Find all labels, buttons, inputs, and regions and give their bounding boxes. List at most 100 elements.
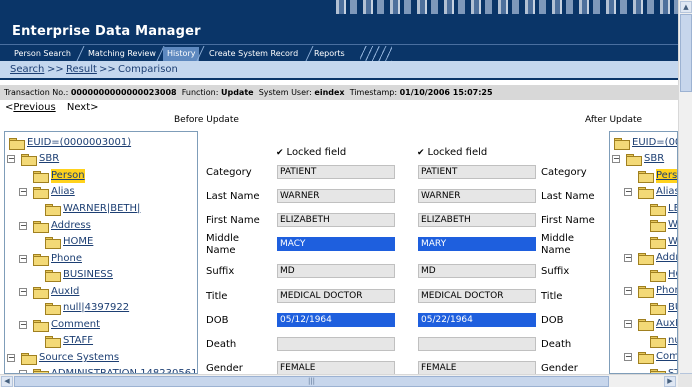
breadcrumb-search-link[interactable]: Search — [10, 64, 44, 75]
tree-node[interactable]: BU — [610, 301, 677, 315]
tree-node-label[interactable]: STAFF — [63, 334, 93, 348]
collapse-toggle-icon[interactable]: − — [624, 188, 632, 196]
tree-node-label[interactable]: Comm — [656, 350, 677, 364]
tree-node[interactable]: BUSINESS — [5, 268, 197, 282]
scroll-up-icon[interactable]: ▲ — [680, 1, 692, 13]
tree-node-label[interactable]: ADMINISTRATION 148230561 — [51, 367, 197, 373]
tree-node[interactable]: − AuxId — [610, 317, 677, 331]
tree-node[interactable]: − Comm — [610, 350, 677, 364]
tree-node[interactable]: null|4397922 — [5, 301, 197, 315]
tree-node-label[interactable]: EUID=(000 — [632, 136, 677, 150]
tree-node-label[interactable]: HOME — [63, 235, 93, 249]
tree-node[interactable]: LE — [610, 202, 677, 216]
tab-create-system-record[interactable]: Create System Record — [205, 47, 302, 61]
tree-node[interactable]: − AuxId — [5, 285, 197, 299]
before-value-field: ELIZABETH — [277, 213, 395, 227]
tree-node[interactable]: WA — [610, 218, 677, 232]
collapse-toggle-icon[interactable]: − — [612, 155, 620, 163]
tree-node[interactable]: − Alias — [5, 185, 197, 199]
tree-node[interactable]: WARNER|BETH| — [5, 202, 197, 216]
tree-node[interactable]: − Source Systems — [5, 351, 197, 365]
tree-node-label[interactable]: BU — [668, 301, 677, 315]
field-label-right: Middle Name — [541, 233, 575, 256]
tab-reports[interactable]: Reports — [310, 47, 349, 61]
tree-node-label[interactable]: WA — [668, 218, 677, 232]
collapse-toggle-icon[interactable]: − — [19, 255, 27, 263]
tree-node-label[interactable]: AuxId — [656, 317, 677, 331]
tree-node-label[interactable]: Phone — [51, 252, 82, 266]
vertical-scroll-thumb[interactable] — [680, 14, 692, 92]
tab-person-search[interactable]: Person Search — [10, 47, 75, 61]
tree-node-label[interactable]: null|4397922 — [63, 301, 129, 315]
folder-icon — [638, 171, 654, 183]
main-nav: Person Search Matching Review History Cr… — [0, 44, 678, 61]
tree-node-label[interactable]: Person — [656, 169, 677, 183]
collapse-toggle-icon[interactable]: − — [19, 321, 27, 329]
scroll-right-icon[interactable]: ▶ — [664, 376, 676, 387]
collapse-toggle-icon[interactable]: − — [19, 288, 27, 296]
tree-node[interactable]: − Addre — [610, 251, 677, 265]
tree-node-label[interactable]: nu — [668, 334, 677, 348]
tree-node[interactable]: WA — [610, 235, 677, 249]
tree-node[interactable]: EUID=(000 — [610, 136, 677, 150]
tree-node[interactable]: HO — [610, 268, 677, 282]
tree-node[interactable]: − Address — [5, 219, 197, 233]
collapse-toggle-icon[interactable]: − — [624, 320, 632, 328]
tree-node[interactable]: − Phone — [5, 252, 197, 266]
next-link[interactable]: Next> — [67, 102, 99, 113]
tree-node-label[interactable]: Alias — [656, 185, 677, 199]
tree-node-label[interactable]: SBR — [39, 152, 59, 166]
tree-node[interactable]: − Alias — [610, 185, 677, 199]
tree-node-label[interactable]: Phone — [656, 284, 677, 298]
tree-node[interactable]: STAFF — [5, 334, 197, 348]
tree-node-label[interactable]: BUSINESS — [63, 268, 113, 282]
vertical-scrollbar[interactable]: ▲ ▼ — [678, 0, 692, 387]
tree-node[interactable]: EUID=(0000003001) — [5, 136, 197, 150]
tree-node[interactable]: Person — [5, 169, 197, 183]
tree-node-label[interactable]: Source Systems — [39, 351, 119, 365]
tree-node[interactable]: − SBR — [610, 152, 677, 166]
scroll-left-icon[interactable]: ◀ — [1, 376, 13, 387]
collapse-toggle-icon[interactable]: − — [7, 354, 15, 362]
tree-node[interactable]: − Comment — [5, 318, 197, 332]
tree-node-label[interactable]: Address — [51, 219, 91, 233]
tree-node[interactable]: HOME — [5, 235, 197, 249]
tree-node[interactable]: nu — [610, 334, 677, 348]
tree-node-label[interactable]: LE — [668, 202, 677, 216]
collapse-toggle-icon[interactable]: − — [624, 254, 632, 262]
tree-node-label[interactable]: ST — [668, 367, 677, 373]
tree-node-label[interactable]: Comment — [51, 318, 100, 332]
tree-node-label[interactable]: WA — [668, 235, 677, 249]
tree-node-label[interactable]: Addre — [656, 251, 677, 265]
tree-node[interactable]: ST — [610, 367, 677, 373]
tab-history[interactable]: History — [163, 47, 200, 61]
collapse-toggle-icon[interactable]: − — [19, 188, 27, 196]
tree-node[interactable]: Person — [610, 169, 677, 183]
collapse-toggle-icon[interactable]: − — [624, 353, 632, 361]
tab-matching-review[interactable]: Matching Review — [84, 47, 160, 61]
tree-node[interactable]: − ADMINISTRATION 148230561 — [5, 367, 197, 373]
breadcrumb-result-link[interactable]: Result — [66, 64, 97, 75]
horizontal-scrollbar[interactable]: ◀ ||| ▶ — [0, 374, 678, 387]
tree-node[interactable]: − Phone — [610, 284, 677, 298]
system-user-label: System User: — [258, 88, 312, 97]
field-label-left: Death — [206, 339, 237, 350]
app-title: Enterprise Data Manager — [12, 24, 201, 39]
tree-node-label[interactable]: AuxId — [51, 285, 79, 299]
collapse-toggle-icon[interactable]: − — [624, 287, 632, 295]
tree-node-label[interactable]: Alias — [51, 185, 75, 199]
previous-link[interactable]: Previous — [13, 102, 55, 113]
collapse-toggle-icon[interactable]: − — [19, 222, 27, 230]
horizontal-scroll-thumb[interactable]: ||| — [14, 376, 609, 387]
tree-node-label[interactable]: WARNER|BETH| — [63, 202, 140, 216]
tree-node-label[interactable]: Person — [51, 169, 85, 183]
tree-node-label[interactable]: SBR — [644, 152, 664, 166]
tree-node-label[interactable]: EUID=(0000003001) — [27, 136, 131, 150]
before-tree-panel[interactable]: EUID=(0000003001) − SBR Person − Alias WARNER|… — [4, 131, 198, 374]
after-tree-panel[interactable]: EUID=(000 − SBR Person − Alias LE WA WA − Addre HO −… — [609, 131, 678, 374]
field-label-left: Title — [206, 291, 228, 302]
collapse-toggle-icon[interactable]: − — [7, 155, 15, 163]
tree-node-label[interactable]: HO — [668, 268, 677, 282]
tree-node[interactable]: − SBR — [5, 152, 197, 166]
nav-decoration — [360, 46, 392, 61]
